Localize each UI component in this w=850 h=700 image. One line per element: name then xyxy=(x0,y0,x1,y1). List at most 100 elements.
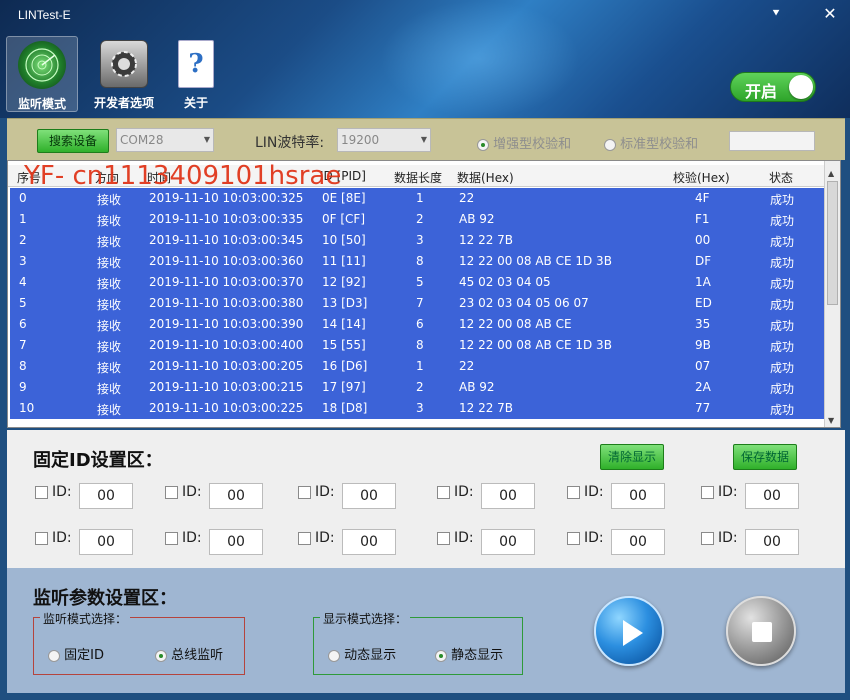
table-row[interactable]: 8 接收 2019-11-10 10:03:00:205 16 [D6] 1 22 07 成功 xyxy=(10,356,826,377)
id-input[interactable]: 00 xyxy=(79,483,133,509)
id-checkbox[interactable]: ID: xyxy=(567,530,604,546)
table-cell: 2019-11-10 10:03:00:325 xyxy=(149,191,304,205)
toolbar-monitor-mode[interactable]: 监听模式 xyxy=(6,36,78,112)
id-input[interactable]: 00 xyxy=(611,483,665,509)
id-checkbox[interactable]: ID: xyxy=(298,530,335,546)
baud-select[interactable]: 19200 ▼ xyxy=(337,128,431,152)
table-cell: 2019-11-10 10:03:00:360 xyxy=(149,254,304,268)
id-label: ID: xyxy=(315,530,335,546)
id-checkbox[interactable]: ID: xyxy=(701,484,738,500)
id-input[interactable]: 00 xyxy=(745,529,799,555)
table-row[interactable]: 6 接收 2019-11-10 10:03:00:390 14 [14] 6 12 22 … xyxy=(10,314,826,335)
checkbox-icon xyxy=(701,531,714,545)
table-cell: 成功 xyxy=(770,382,795,396)
table-cell: 接收 xyxy=(97,319,122,333)
table-scrollbar[interactable]: ▲ ▼ xyxy=(824,161,840,427)
table-cell: 2 xyxy=(416,380,424,394)
display-dynamic-radio[interactable]: 动态显示 xyxy=(328,644,396,663)
start-button[interactable] xyxy=(594,596,664,666)
table-row[interactable]: 4 接收 2019-11-10 10:03:00:370 12 [92] 5 45 02 … xyxy=(10,272,826,293)
id-checkbox[interactable]: ID: xyxy=(298,484,335,500)
display-static-radio[interactable]: 静态显示 xyxy=(435,644,503,663)
table-cell: 10 [50] xyxy=(322,233,366,247)
table-cell: 1A xyxy=(695,275,711,289)
scroll-down-icon[interactable]: ▼ xyxy=(828,416,834,425)
id-input[interactable]: 00 xyxy=(79,529,133,555)
id-input[interactable]: 00 xyxy=(481,529,535,555)
id-input[interactable]: 00 xyxy=(611,529,665,555)
id-input[interactable]: 00 xyxy=(745,483,799,509)
col-length[interactable]: 数据长度 xyxy=(394,169,442,186)
id-checkbox[interactable]: ID: xyxy=(567,484,604,500)
id-label: ID: xyxy=(454,530,474,546)
status-field[interactable] xyxy=(729,131,815,151)
id-checkbox[interactable]: ID: xyxy=(701,530,738,546)
checksum-standard-radio[interactable]: 标准型校验和 xyxy=(604,133,698,152)
radio-dot xyxy=(604,138,616,151)
id-input[interactable]: 00 xyxy=(209,483,263,509)
window-menu-icon[interactable]: ⯆ xyxy=(766,6,786,21)
scroll-up-icon[interactable]: ▲ xyxy=(828,169,834,178)
id-checkbox[interactable]: ID: xyxy=(165,484,202,500)
id-input[interactable]: 00 xyxy=(481,483,535,509)
table-cell: 3 xyxy=(416,401,424,415)
id-checkbox[interactable]: ID: xyxy=(165,530,202,546)
table-cell: 12 22 00 08 AB CE xyxy=(459,317,572,331)
checksum-standard-label: 标准型校验和 xyxy=(620,137,699,152)
toolbar-about[interactable]: ? 关于 xyxy=(160,36,232,112)
table-row[interactable]: 0 接收 2019-11-10 10:03:00:325 0E [8E] 1 22 4F 成功 xyxy=(10,188,826,209)
table-cell: 8 xyxy=(19,359,27,373)
id-input[interactable]: 00 xyxy=(342,483,396,509)
close-icon[interactable]: ✕ xyxy=(820,4,840,23)
table-cell: 11 [11] xyxy=(322,254,366,268)
search-device-button[interactable]: 搜索设备 xyxy=(37,129,109,153)
display-dynamic-label: 动态显示 xyxy=(344,648,397,663)
id-input[interactable]: 00 xyxy=(342,529,396,555)
table-cell: 2 xyxy=(416,212,424,226)
mode-bus-radio[interactable]: 总线监听 xyxy=(155,644,223,663)
table-row[interactable]: 2 接收 2019-11-10 10:03:00:345 10 [50] 3 12 22 … xyxy=(10,230,826,251)
stop-button[interactable] xyxy=(726,596,796,666)
checkbox-icon xyxy=(298,531,311,545)
port-select[interactable]: COM28 ▼ xyxy=(116,128,214,152)
col-data[interactable]: 数据(Hex) xyxy=(457,169,514,186)
radio-dot xyxy=(155,649,167,662)
id-checkbox[interactable]: ID: xyxy=(437,484,474,500)
table-cell: 接收 xyxy=(97,193,122,207)
table-cell: 2019-11-10 10:03:00:205 xyxy=(149,359,304,373)
table-row[interactable]: 10 接收 2019-11-10 10:03:00:225 18 [D8] 3 12 22… xyxy=(10,398,826,419)
table-cell: 0F [CF] xyxy=(322,212,365,226)
mode-fixed-radio[interactable]: 固定ID xyxy=(48,644,104,663)
table-row[interactable]: 3 接收 2019-11-10 10:03:00:360 11 [11] 8 12 22 … xyxy=(10,251,826,272)
col-checksum[interactable]: 校验(Hex) xyxy=(673,169,730,186)
table-cell: 8 xyxy=(416,254,424,268)
table-cell: 成功 xyxy=(770,235,795,249)
id-checkbox[interactable]: ID: xyxy=(437,530,474,546)
app-title: LINTest-E xyxy=(18,8,71,22)
id-checkbox[interactable]: ID: xyxy=(35,484,72,500)
clear-display-button[interactable]: 清除显示 xyxy=(600,444,664,470)
table-row[interactable]: 5 接收 2019-11-10 10:03:00:380 13 [D3] 7 23 02 … xyxy=(10,293,826,314)
table-cell: ED xyxy=(695,296,712,310)
id-input[interactable]: 00 xyxy=(209,529,263,555)
table-row[interactable]: 1 接收 2019-11-10 10:03:00:335 0F [CF] 2 AB 92 F… xyxy=(10,209,826,230)
save-data-button[interactable]: 保存数据 xyxy=(733,444,797,470)
table-cell: 1 xyxy=(19,212,27,226)
table-row[interactable]: 7 接收 2019-11-10 10:03:00:400 15 [55] 8 12 22 … xyxy=(10,335,826,356)
toolbar-developer-options[interactable]: 开发者选项 xyxy=(84,36,164,112)
table-cell: 接收 xyxy=(97,298,122,312)
table-cell: 成功 xyxy=(770,256,795,270)
toggle-label: 开启 xyxy=(745,82,778,101)
scroll-thumb[interactable] xyxy=(827,181,838,305)
checksum-enhanced-radio[interactable]: 增强型校验和 xyxy=(477,133,571,152)
help-document-icon: ? xyxy=(178,40,214,88)
power-toggle[interactable]: 开启 xyxy=(730,72,816,102)
col-status[interactable]: 状态 xyxy=(769,169,793,186)
id-checkbox[interactable]: ID: xyxy=(35,530,72,546)
monitor-title: 监听参数设置区： xyxy=(33,588,177,609)
checkbox-icon xyxy=(298,485,311,499)
table-cell: DF xyxy=(695,254,712,268)
table-row[interactable]: 9 接收 2019-11-10 10:03:00:215 17 [97] 2 AB 92 2… xyxy=(10,377,826,398)
table-cell: 18 [D8] xyxy=(322,401,368,415)
table-cell: 07 xyxy=(695,359,711,373)
